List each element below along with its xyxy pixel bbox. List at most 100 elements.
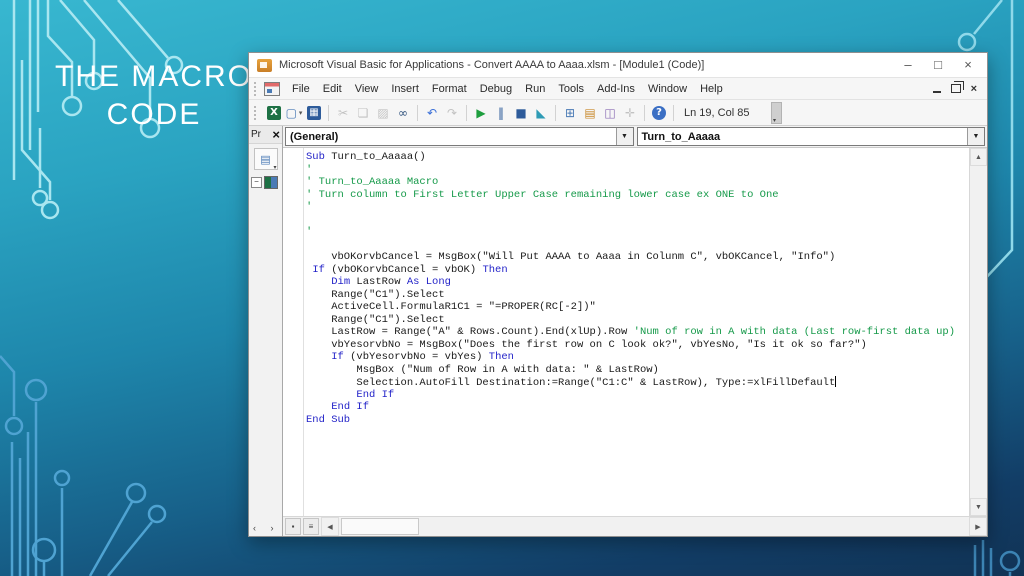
redo-icon: ↷ — [446, 105, 458, 120]
toolbar-drag-handle-icon — [254, 105, 259, 120]
insert-userform-icon[interactable]: ▢ ▾ — [285, 104, 303, 122]
procedure-view-button[interactable]: ▪ — [285, 518, 301, 535]
toolbar-overflow-handle[interactable] — [771, 102, 782, 124]
run-icon[interactable]: ▶ — [472, 104, 490, 122]
horizontal-scrollbar-thumb[interactable] — [341, 518, 419, 535]
scroll-up-icon[interactable]: ▲ — [970, 148, 987, 166]
scroll-down-icon[interactable]: ▼ — [970, 498, 987, 516]
window-title: Microsoft Visual Basic for Applications … — [279, 59, 705, 71]
menu-window[interactable]: Window — [642, 82, 693, 96]
code-line[interactable]: LastRow = Range("A" & Rows.Count).End(xl… — [306, 326, 969, 339]
scroll-left-icon[interactable]: ◀ — [321, 517, 339, 536]
code-line[interactable]: vbYesorvbNo = MsgBox("Does the first row… — [306, 339, 969, 352]
object-dropdown-value: (General) — [290, 130, 339, 143]
code-line[interactable]: Range("C1").Select — [306, 314, 969, 327]
code-header-row: (General) ▼ Turn_to_Aaaaa ▼ — [283, 126, 987, 148]
module-window-icon — [264, 81, 280, 96]
menu-run[interactable]: Run — [519, 82, 551, 96]
code-line[interactable]: Range("C1").Select — [306, 289, 969, 302]
code-line[interactable]: ' Turn column to First Letter Upper Case… — [306, 189, 969, 202]
scroll-right-icon[interactable]: ▶ — [969, 517, 987, 536]
code-line[interactable]: If (vbYesorvbNo = vbYes) Then — [306, 351, 969, 364]
menu-tools[interactable]: Tools — [552, 82, 590, 96]
help-icon[interactable]: ? — [652, 105, 666, 120]
chevron-down-icon[interactable]: ▼ — [615, 128, 633, 145]
horizontal-scrollbar-row: ▪ ≡ ◀ ▶ — [283, 516, 987, 536]
object-dropdown[interactable]: (General) ▼ — [285, 127, 634, 146]
reset-icon[interactable]: ■ — [512, 104, 530, 122]
code-editor[interactable]: Sub Turn_to_Aaaaa() ' ' Turn_to_Aaaaa Macr… — [283, 148, 987, 516]
toolbox-icon: ✛ — [624, 105, 636, 120]
cut-icon: ✂ — [337, 105, 349, 120]
slide-title: THE MACRO CODE — [38, 58, 270, 134]
code-line[interactable]: If (vbOKorvbCancel = vbOK) Then — [306, 264, 969, 277]
workbook-icon — [264, 176, 278, 189]
code-line[interactable]: End If — [306, 401, 969, 414]
project-tree-item[interactable]: − — [249, 172, 282, 193]
copy-icon: ❏ — [357, 105, 369, 120]
code-line[interactable]: Selection.AutoFill Destination:=Range("C… — [306, 376, 969, 389]
vba-app-icon — [257, 58, 272, 72]
mdi-close-icon[interactable]: × — [971, 83, 977, 94]
project-panel-view-button[interactable]: ▤ — [253, 148, 278, 171]
code-line[interactable]: End Sub — [306, 414, 969, 427]
toolbar-separator — [644, 104, 645, 121]
break-icon[interactable]: ‖ — [492, 104, 510, 122]
code-line[interactable]: End If — [306, 389, 969, 402]
excel-icon[interactable]: X — [267, 105, 281, 120]
save-icon[interactable]: ▦ — [307, 105, 321, 120]
code-line[interactable]: ActiveCell.FormulaR1C1 = "=PROPER(RC[-2]… — [306, 301, 969, 314]
title-bar: Microsoft Visual Basic for Applications … — [249, 53, 987, 77]
find-icon[interactable]: ∞ — [394, 104, 412, 122]
menu-help[interactable]: Help — [694, 82, 729, 96]
full-module-view-button[interactable]: ≡ — [303, 518, 319, 535]
vertical-scrollbar[interactable]: ▲ ▼ — [969, 148, 987, 516]
code-line[interactable]: ' — [306, 226, 969, 239]
mdi-restore-icon[interactable] — [950, 84, 961, 93]
project-panel-title: Pr — [251, 129, 261, 140]
code-line[interactable]: vbOKorvbCancel = MsgBox("Will Put AAAA t… — [306, 251, 969, 264]
procedure-dropdown[interactable]: Turn_to_Aaaaa ▼ — [636, 127, 985, 146]
menu-bar: File Edit View Insert Format Debug Run Tools Add… — [249, 77, 987, 99]
code-line[interactable]: ' Turn_to_Aaaaa Macro — [306, 176, 969, 189]
project-panel-close-icon[interactable]: × — [272, 128, 280, 141]
code-line[interactable]: MsgBox ("Num of Row in A with data: " & … — [306, 364, 969, 377]
code-line[interactable]: Sub Turn_to_Aaaaa() — [306, 151, 969, 164]
menu-debug[interactable]: Debug — [474, 82, 518, 96]
slide-title-line2: CODE — [106, 98, 202, 131]
code-line[interactable] — [306, 214, 969, 227]
toolbar-separator — [673, 104, 674, 121]
project-panel-scroll-chevrons[interactable]: ‹ › — [253, 523, 280, 533]
toolbar: X ▢ ▾ ▦ ✂ ❏ ▨ ∞ ↶ ↷ ▶ ‖ ■ ◣ ⊞ ▤ ◫ ✛? Ln 19, Col 85 — [249, 99, 987, 126]
project-explorer-panel: Pr × ▤ − ‹ › — [249, 126, 283, 536]
menu-format[interactable]: Format — [426, 82, 473, 96]
paste-icon: ▨ — [377, 105, 389, 120]
menu-file[interactable]: File — [286, 82, 316, 96]
code-line[interactable]: Dim LastRow As Long — [306, 276, 969, 289]
code-line[interactable]: ' — [306, 201, 969, 214]
menu-view[interactable]: View — [349, 82, 385, 96]
tree-collapse-icon[interactable]: − — [251, 177, 262, 188]
toolbar-separator — [466, 104, 467, 121]
maximize-button[interactable]: □ — [923, 55, 953, 75]
chevron-down-icon[interactable]: ▼ — [967, 128, 984, 145]
toolbar-separator — [555, 104, 556, 121]
menu-insert[interactable]: Insert — [385, 82, 425, 96]
toolbar-separator — [417, 104, 418, 121]
menu-edit[interactable]: Edit — [317, 82, 348, 96]
menu-addins[interactable]: Add-Ins — [591, 82, 641, 96]
undo-icon[interactable]: ↶ — [423, 104, 441, 122]
design-mode-icon[interactable]: ◣ — [532, 104, 550, 122]
slide-title-line1: THE MACRO — [55, 60, 253, 93]
project-explorer-icon[interactable]: ⊞ — [561, 104, 579, 122]
code-text[interactable]: Sub Turn_to_Aaaaa() ' ' Turn_to_Aaaaa Macr… — [304, 148, 969, 426]
properties-window-icon[interactable]: ▤ — [581, 104, 599, 122]
code-margin-bar — [283, 148, 304, 516]
mdi-minimize-icon[interactable] — [932, 91, 941, 93]
code-line[interactable] — [306, 239, 969, 252]
object-browser-icon[interactable]: ◫ — [601, 104, 619, 122]
presentation-slide: THE MACRO CODE AC Microsoft Visual Basic… — [0, 0, 1024, 576]
minimize-button[interactable]: – — [893, 55, 923, 75]
close-button[interactable]: × — [953, 55, 983, 75]
code-line[interactable]: ' — [306, 164, 969, 177]
